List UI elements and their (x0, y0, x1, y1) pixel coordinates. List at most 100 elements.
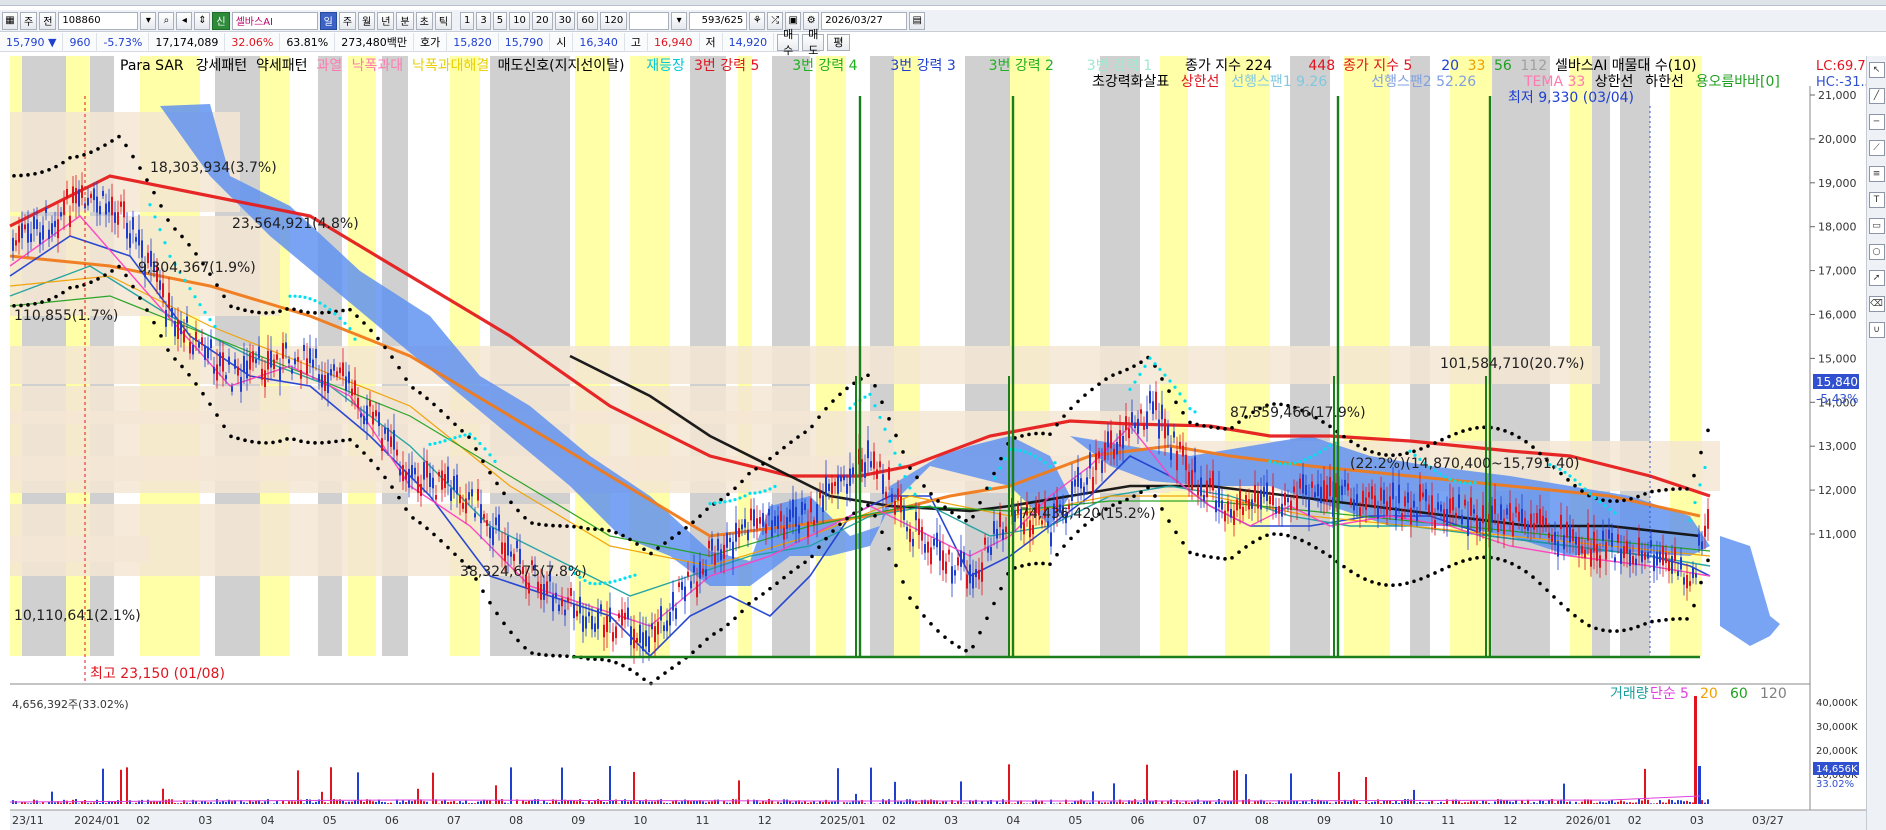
candle-body (1356, 494, 1358, 505)
interval-10[interactable]: 10 (509, 11, 530, 30)
candle-body (165, 309, 167, 327)
sar-dot (1125, 497, 1129, 502)
volume-bar (573, 800, 575, 804)
volume-bar (1182, 803, 1184, 804)
volume-bar (1263, 801, 1265, 804)
volume-profile-label: 18,303,934(3.7%) (150, 160, 277, 176)
period-tab-minute[interactable]: 분 (396, 11, 414, 30)
fib-tool-icon[interactable]: ≡ (1868, 166, 1885, 182)
search-icon[interactable]: ⌕ (158, 11, 175, 30)
candle-body (792, 499, 794, 518)
candle-body (1602, 530, 1604, 541)
interval-20[interactable]: 20 (531, 11, 553, 30)
candle-body (1149, 391, 1151, 404)
grid-menu-icon[interactable]: ▦ (2, 11, 18, 30)
price-chart[interactable]: 18,303,934(3.7%)23,564,921(4.8%)9,304,36… (0, 56, 1886, 830)
sar-dot (712, 632, 716, 636)
sar-dot (145, 178, 149, 182)
sar-dot (355, 314, 359, 318)
arrow-tool-icon[interactable]: ➚ (1868, 270, 1885, 286)
volume-bar (1173, 803, 1175, 804)
reappear-dot (343, 321, 347, 325)
current-price-pct: -5.43% (1816, 392, 1858, 406)
interval-5[interactable]: 5 (492, 11, 508, 30)
period-button-prev[interactable]: 전 (39, 11, 57, 30)
period-tab-second[interactable]: 초 (415, 11, 433, 30)
sar-dot (19, 173, 23, 178)
sar-dot (586, 526, 590, 531)
eraser-tool-icon[interactable]: ⌫ (1868, 296, 1885, 312)
sar-dot (236, 436, 240, 441)
low-price: 14,920 (723, 32, 775, 52)
stock-code-input[interactable]: 108860 (58, 11, 139, 30)
candle-body (1443, 509, 1445, 523)
volume-bar (69, 803, 71, 804)
sar-dot (684, 526, 688, 530)
volume-bar (1086, 802, 1088, 804)
candle-body (666, 620, 668, 632)
open-label: 시 (550, 32, 574, 52)
rect-tool-icon[interactable]: ▭ (1868, 218, 1885, 234)
volume-bar (1383, 801, 1385, 804)
reappear-dot (1308, 455, 1312, 460)
stock-name-field[interactable]: 셀바스AI (231, 11, 318, 30)
candle-body (468, 492, 470, 500)
reappear-dot (483, 447, 487, 451)
magnet-tool-icon[interactable]: ∪ (1868, 322, 1885, 338)
interval-120[interactable]: 120 (600, 11, 628, 30)
calendar-icon[interactable]: ▤ (909, 11, 926, 30)
reappear-dot (1293, 461, 1297, 465)
period-tab-year[interactable]: 년 (377, 11, 395, 30)
up-down-icon[interactable]: ⇕ (194, 11, 211, 30)
candle-body (915, 511, 917, 521)
data-count-field[interactable]: 593/625 (689, 11, 748, 30)
volume-bar (333, 799, 335, 804)
volume-bar (426, 801, 428, 804)
period-tab-day[interactable]: 일 (319, 11, 337, 30)
candle-body (162, 283, 164, 298)
sar-dot (663, 541, 667, 545)
candle-body (54, 220, 56, 228)
price-change: 960 (63, 32, 98, 52)
speaker-icon[interactable]: ◂ (176, 11, 193, 30)
candle-body (345, 376, 347, 391)
sar-dot (698, 644, 702, 648)
interval-custom-input[interactable] (629, 11, 670, 30)
reappear-dot (1168, 379, 1172, 383)
interval-1[interactable]: 1 (460, 11, 475, 30)
sar-dot (1188, 420, 1192, 425)
period-tab-tick[interactable]: 틱 (434, 11, 453, 30)
candle-body (1296, 494, 1298, 511)
interval-60[interactable]: 60 (577, 11, 599, 30)
legend-item: TEMA 33 (1523, 74, 1585, 90)
candle-body (234, 359, 236, 369)
candle-body (1245, 495, 1247, 503)
reappear-dot (293, 294, 297, 298)
cursor-tool-icon[interactable]: ↖ (1868, 62, 1885, 78)
compare-icon[interactable]: ⤮ (767, 11, 784, 30)
period-tab-week[interactable]: 주 (338, 11, 357, 30)
text-tool-icon[interactable]: T (1868, 192, 1885, 208)
volume-bar (588, 800, 590, 804)
interval-30[interactable]: 30 (554, 11, 576, 30)
candle-body (1299, 478, 1301, 489)
line-tool-icon[interactable]: ╱ (1868, 88, 1885, 104)
period-button-week[interactable]: 주 (20, 11, 38, 30)
period-tab-month[interactable]: 월 (358, 11, 376, 30)
dropdown-arrow-icon[interactable]: ▾ (140, 11, 157, 30)
sell-button[interactable]: 매도 (802, 28, 825, 57)
volume-bar (363, 801, 365, 804)
indicator-icon[interactable]: ⚘ (749, 11, 766, 30)
interval-dropdown-icon[interactable]: ▾ (671, 11, 688, 30)
hline-tool-icon[interactable]: ─ (1868, 114, 1885, 130)
sar-dot (866, 503, 870, 508)
date-field[interactable]: 2026/03/27 (821, 11, 908, 30)
interval-3[interactable]: 3 (476, 11, 491, 30)
reappear-dot (1173, 385, 1177, 389)
sar-dot (740, 609, 744, 614)
buy-button[interactable]: 매수 (777, 28, 800, 57)
circle-tool-icon[interactable]: ○ (1868, 244, 1885, 260)
eval-button[interactable]: 평 (827, 33, 850, 51)
trend-tool-icon[interactable]: ⟋ (1868, 140, 1885, 156)
sar-dot (1685, 487, 1689, 491)
